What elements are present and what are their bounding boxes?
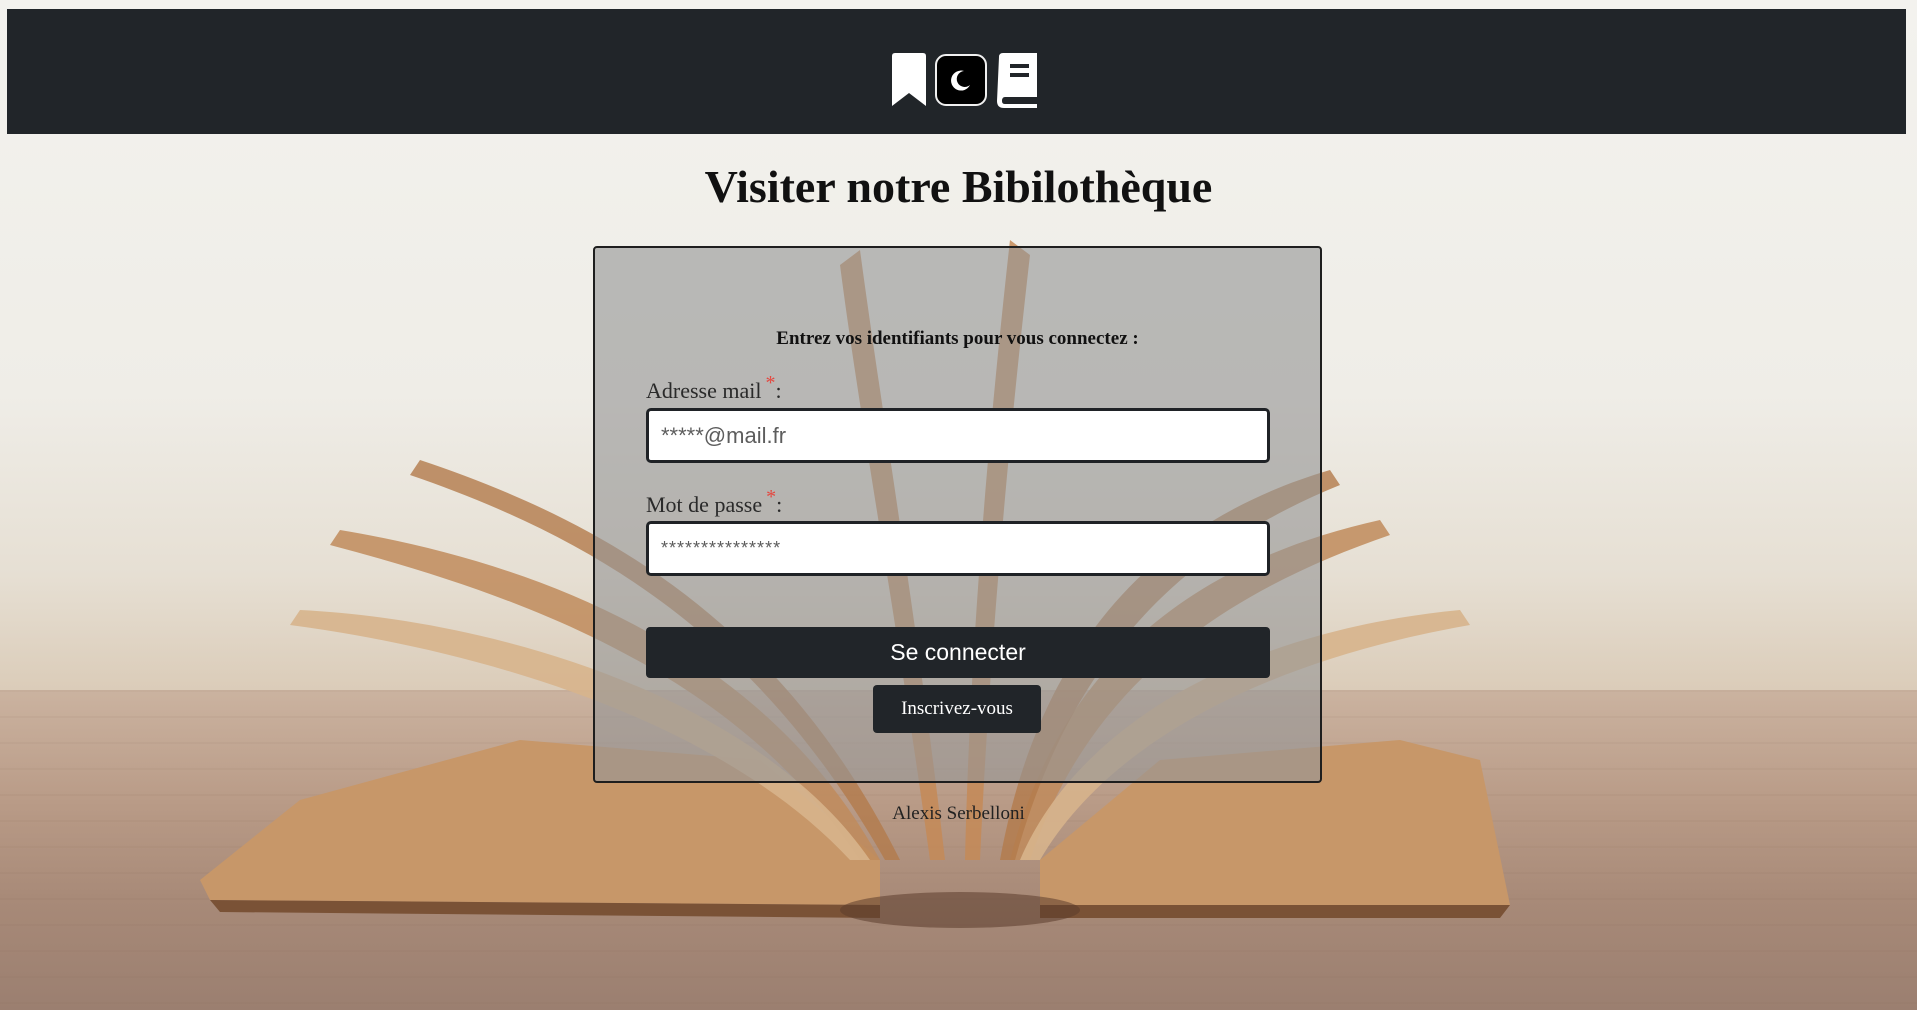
moon-icon[interactable] xyxy=(935,54,987,106)
register-button[interactable]: Inscrivez-vous xyxy=(873,685,1041,733)
password-input[interactable] xyxy=(646,521,1270,576)
login-button[interactable]: Se connecter xyxy=(646,627,1270,678)
required-asterisk: * xyxy=(766,486,777,508)
email-label: Adresse mail *: xyxy=(646,372,782,404)
password-label: Mot de passe *: xyxy=(646,486,783,518)
email-label-text: Adresse mail xyxy=(646,378,762,403)
login-instructions: Entrez vos identifiants pour vous connec… xyxy=(776,328,1139,349)
email-input[interactable] xyxy=(646,408,1270,463)
footer-author: Alexis Serbelloni xyxy=(892,803,1025,824)
required-asterisk: * xyxy=(765,372,776,394)
navbar-icons xyxy=(889,53,1041,109)
book-icon[interactable] xyxy=(994,53,1042,109)
page-title: Visiter notre Bibilothèque xyxy=(704,161,1213,212)
top-navbar xyxy=(7,9,1906,134)
label-colon: : xyxy=(776,492,783,517)
password-label-text: Mot de passe xyxy=(646,492,763,517)
login-form: Entrez vos identifiants pour vous connec… xyxy=(593,246,1322,783)
label-colon: : xyxy=(775,378,782,403)
bookmark-icon[interactable] xyxy=(889,53,929,109)
